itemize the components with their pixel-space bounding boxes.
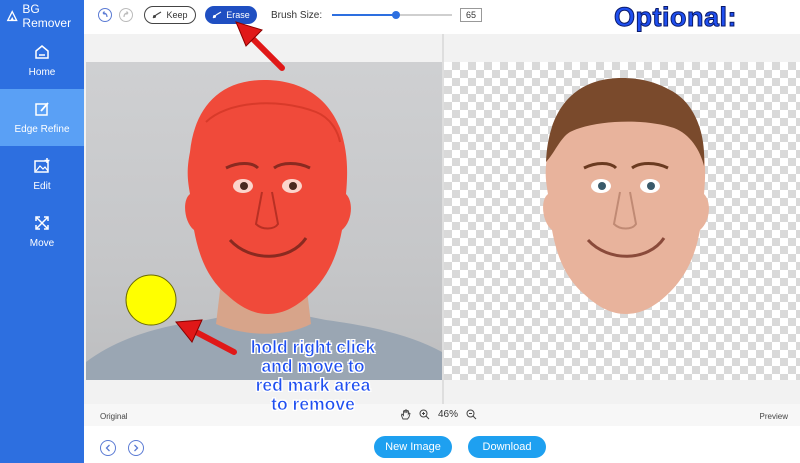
instruction-line: red mark area <box>255 375 371 395</box>
brush-cursor <box>125 274 177 326</box>
instruction-line: and move to <box>261 356 365 376</box>
original-label: Original <box>100 412 128 421</box>
next-button[interactable] <box>128 440 144 456</box>
home-icon <box>35 45 49 59</box>
instruction-line: to remove <box>271 394 355 414</box>
keep-button[interactable]: Keep <box>144 6 196 24</box>
brush-size-slider[interactable] <box>332 11 452 19</box>
original-pane[interactable] <box>86 62 442 380</box>
new-image-button[interactable]: New Image <box>374 436 452 458</box>
erase-label: Erase <box>226 10 250 20</box>
sidebar-item-label: Move <box>29 238 55 249</box>
sidebar-item-edit[interactable]: Edit <box>0 146 84 203</box>
preview-photo <box>543 78 709 314</box>
app-brand: BG Remover <box>0 0 84 32</box>
chevron-right-icon <box>134 444 139 452</box>
download-button[interactable]: Download <box>468 436 546 458</box>
edge-refine-icon <box>35 102 49 116</box>
brush-mask-area <box>185 80 351 314</box>
sidebar-item-label: Edge Refine <box>14 124 70 135</box>
undo-icon <box>102 11 108 18</box>
erase-button[interactable]: Erase <box>205 6 257 24</box>
zoom-out-icon[interactable] <box>466 409 477 420</box>
brush-size-slider-fill <box>332 14 396 16</box>
brush-size-value[interactable]: 65 <box>460 8 482 22</box>
canvas-area <box>84 34 800 404</box>
footer: New Image Download <box>84 426 800 463</box>
preview-label: Preview <box>759 412 788 421</box>
erase-brush-icon <box>212 11 222 19</box>
chevron-left-icon <box>105 444 110 452</box>
sidebar-item-edge-refine[interactable]: Edge Refine <box>0 89 84 146</box>
keep-label: Keep <box>166 10 188 20</box>
sidebar-item-label: Edit <box>33 181 51 192</box>
app-title: BG Remover <box>22 2 72 30</box>
brush-size-slider-thumb[interactable] <box>392 11 400 19</box>
redo-icon <box>123 11 129 18</box>
app-logo-icon <box>6 10 18 22</box>
sidebar-item-move[interactable]: Move <box>0 203 84 260</box>
instruction-annotation: hold right click and move to red mark ar… <box>228 337 398 414</box>
sidebar: BG Remover Home Edge Refine Edit Move <box>0 0 84 463</box>
edit-image-icon <box>34 158 50 173</box>
brush-size-label: Brush Size: <box>271 10 323 21</box>
zoom-in-icon[interactable] <box>419 409 430 420</box>
move-icon <box>35 216 49 230</box>
status-bar: Original 46% Preview <box>84 404 800 426</box>
hand-pan-icon[interactable] <box>400 409 411 420</box>
previous-button[interactable] <box>100 440 116 456</box>
undo-button[interactable] <box>98 8 112 22</box>
optional-annotation: Optional: <box>614 2 737 33</box>
original-photo <box>86 80 442 380</box>
bg-remover-app: BG Remover Home Edge Refine Edit Move Ke… <box>0 0 800 463</box>
toolbar: Keep Erase Brush Size: 65 Optional: <box>84 0 800 34</box>
instruction-line: hold right click <box>250 337 376 357</box>
zoom-value: 46% <box>438 409 459 420</box>
sidebar-item-label: Home <box>28 67 56 78</box>
zoom-controls: 46% <box>400 409 477 420</box>
sidebar-item-home[interactable]: Home <box>0 32 84 89</box>
keep-brush-icon <box>153 11 162 19</box>
redo-button[interactable] <box>119 8 133 22</box>
preview-pane <box>444 62 800 380</box>
